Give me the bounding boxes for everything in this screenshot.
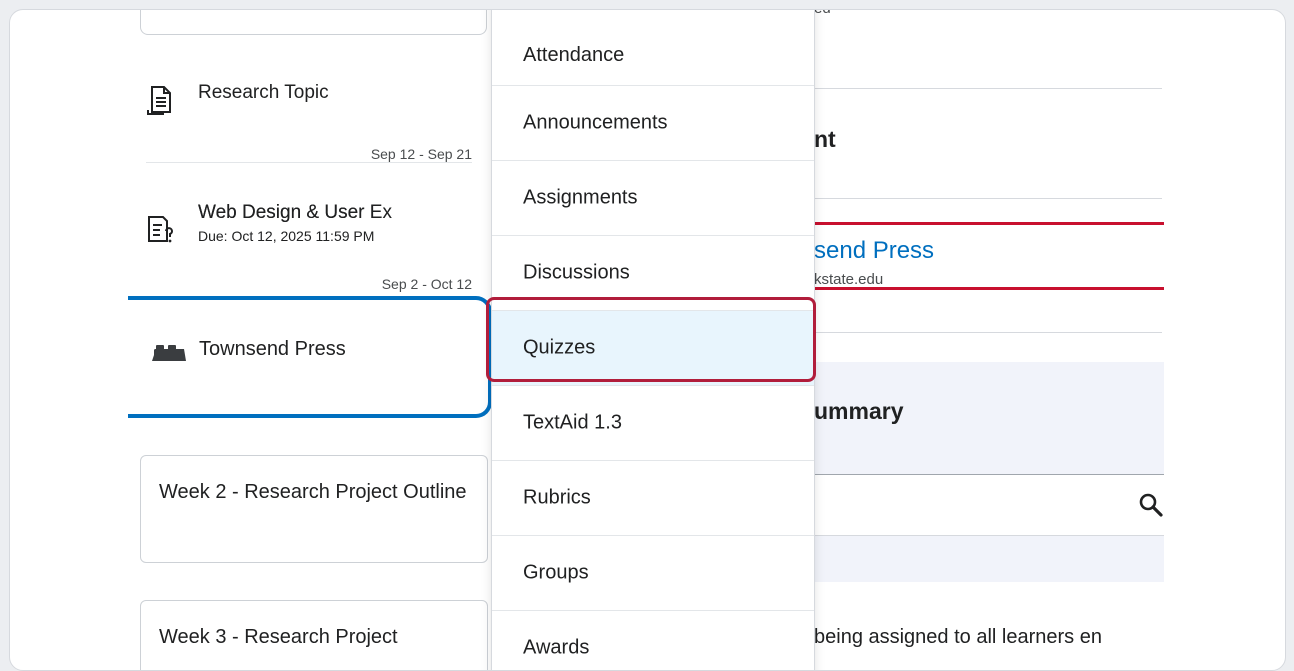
townsend-press-link[interactable]: send Press — [814, 237, 934, 265]
quiz-icon — [148, 216, 173, 243]
menu-item-label: Groups — [523, 561, 589, 584]
outline-item-townsend-press[interactable]: Townsend Press — [128, 296, 492, 418]
menu-item-quizzes[interactable]: Quizzes — [492, 311, 814, 386]
menu-item-announcements[interactable]: Announcements — [492, 86, 814, 161]
divider — [814, 332, 1162, 333]
outline-card-edge — [140, 10, 487, 35]
menu-item-discussions[interactable]: Discussions — [492, 236, 814, 311]
topic-web-design[interactable]: Web Design & User Ex Due: Oct 12, 2025 1… — [146, 202, 472, 292]
menu-item-label: TextAid 1.3 — [523, 411, 622, 434]
course-outline: Research Topic Sep 12 - Sep 21 Web Desig… — [10, 10, 500, 670]
menu-item-label: Discussions — [523, 261, 630, 284]
topic-dates: Sep 2 - Oct 12 — [381, 276, 472, 292]
lti-brick-icon — [152, 345, 186, 361]
menu-item-textaid[interactable]: TextAid 1.3 — [492, 386, 814, 461]
menu-item-awards[interactable]: Awards — [492, 611, 814, 670]
menu-item-label: Rubrics — [523, 486, 591, 509]
email-text: kstate.edu — [814, 271, 884, 288]
townsend-press-row[interactable]: send Press kstate.edu — [814, 222, 1164, 290]
menu-item-label: Awards — [523, 636, 590, 659]
text-fragment: ed — [814, 10, 831, 17]
topic-due-date: Due: Oct 12, 2025 11:59 PM — [198, 228, 375, 244]
menu-item-attendance[interactable]: Attendance — [492, 10, 814, 86]
menu-item-label: Announcements — [523, 111, 668, 134]
topic-research-topic[interactable]: Research Topic Sep 12 - Sep 21 — [146, 82, 472, 162]
menu-item-label: Attendance — [523, 44, 625, 66]
menu-item-assignments[interactable]: Assignments — [492, 161, 814, 236]
summary-panel: ummary — [814, 362, 1164, 582]
week-title: Week 2 - Research Project Outline — [159, 481, 467, 503]
menu-item-label: Quizzes — [523, 336, 596, 359]
divider — [814, 198, 1162, 199]
topic-title: Web Design & User Ex — [198, 202, 392, 223]
topic-dates: Sep 12 - Sep 21 — [370, 146, 472, 162]
menu-item-label: Assignments — [523, 186, 638, 209]
search-field[interactable] — [814, 474, 1164, 536]
outline-item-label: Townsend Press — [199, 338, 346, 360]
section-heading: nt — [814, 126, 836, 152]
menu-item-groups[interactable]: Groups — [492, 536, 814, 611]
week-3-card[interactable]: Week 3 - Research Project — [140, 600, 488, 670]
menu-item-rubrics[interactable]: Rubrics — [492, 461, 814, 536]
background-content: ed nt send Press kstate.edu ummary being… — [814, 10, 1284, 670]
search-icon[interactable] — [1138, 492, 1164, 518]
topic-title: Research Topic — [198, 82, 329, 103]
assignment-icon — [147, 86, 171, 115]
week-2-card[interactable]: Week 2 - Research Project Outline — [140, 455, 488, 563]
app-frame: Research Topic Sep 12 - Sep 21 Web Desig… — [9, 9, 1286, 671]
week-title: Week 3 - Research Project — [159, 626, 398, 648]
divider — [814, 88, 1162, 89]
release-conditions-text: being assigned to all learners en — [814, 626, 1102, 648]
tools-dropdown-menu: Attendance Announcements Assignments Dis… — [491, 10, 815, 670]
divider — [146, 162, 472, 163]
summary-heading: ummary — [814, 398, 904, 424]
